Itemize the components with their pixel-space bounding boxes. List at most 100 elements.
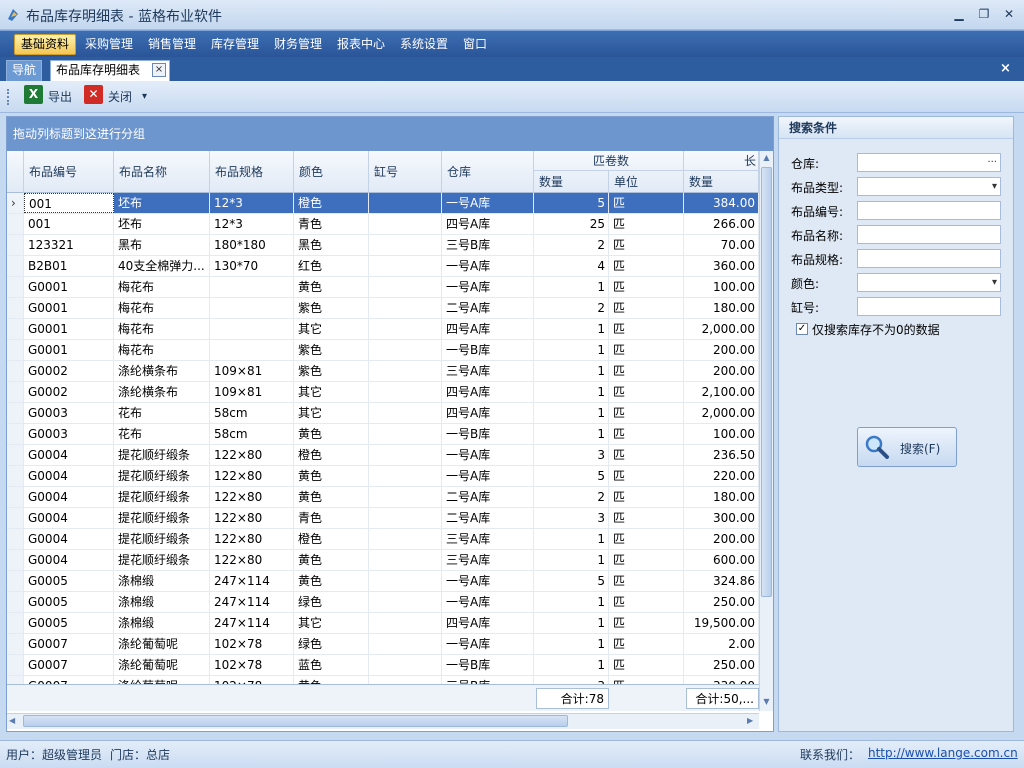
- cell-name[interactable]: 花布: [114, 403, 210, 423]
- col-header-spec[interactable]: 布品规格: [210, 151, 294, 193]
- cell-code[interactable]: 001: [24, 193, 114, 213]
- cell-length-qty[interactable]: 384.00: [684, 193, 759, 213]
- cell-warehouse[interactable]: 三号A库: [442, 361, 534, 381]
- cell-color[interactable]: 橙色: [294, 529, 369, 549]
- cell-spec[interactable]: 180*180: [210, 235, 294, 255]
- group-by-panel[interactable]: 拖动列标题到这进行分组: [7, 117, 773, 151]
- row-indicator[interactable]: [7, 634, 24, 654]
- cell-warehouse[interactable]: 二号A库: [442, 298, 534, 318]
- cell-bolt-unit[interactable]: 匹: [609, 319, 684, 339]
- cell-bolt-qty[interactable]: 3: [534, 445, 609, 465]
- cell-vat[interactable]: [369, 319, 442, 339]
- col-header-color[interactable]: 颜色: [294, 151, 369, 193]
- cell-code[interactable]: 123321: [24, 235, 114, 255]
- cell-bolt-unit[interactable]: 匹: [609, 445, 684, 465]
- menu-sales[interactable]: 销售管理: [142, 34, 202, 55]
- cell-color[interactable]: 黄色: [294, 487, 369, 507]
- table-row[interactable]: G0004 提花顺纡缎条 122×80 黄色 三号A库 1 匹 600.00: [7, 550, 759, 571]
- table-row[interactable]: G0007 涤纶葡萄呢 102×78 蓝色 一号B库 1 匹 250.00: [7, 655, 759, 676]
- cell-color[interactable]: 紫色: [294, 361, 369, 381]
- cell-color[interactable]: 橙色: [294, 445, 369, 465]
- cell-vat[interactable]: [369, 550, 442, 570]
- table-row[interactable]: G0002 涤纶横条布 109×81 其它 四号A库 1 匹 2,100.00: [7, 382, 759, 403]
- table-row[interactable]: B2B01 40支全棉弹力... 130*70 红色 一号A库 4 匹 360.00: [7, 256, 759, 277]
- row-indicator[interactable]: [7, 277, 24, 297]
- vertical-scrollbar[interactable]: ▲ ▼: [759, 151, 773, 711]
- search-button[interactable]: 搜索(F): [857, 427, 957, 467]
- cell-code[interactable]: G0004: [24, 466, 114, 486]
- scroll-up-icon[interactable]: ▲: [761, 153, 772, 163]
- table-row[interactable]: G0004 提花顺纡缎条 122×80 橙色 三号A库 1 匹 200.00: [7, 529, 759, 550]
- row-indicator[interactable]: [7, 655, 24, 675]
- cell-length-qty[interactable]: 2.00: [684, 634, 759, 654]
- cell-spec[interactable]: 12*3: [210, 214, 294, 234]
- cell-length-qty[interactable]: 324.86: [684, 571, 759, 591]
- cell-code[interactable]: G0002: [24, 382, 114, 402]
- table-row[interactable]: G0007 涤纶葡萄呢 102×78 绿色 一号A库 1 匹 2.00: [7, 634, 759, 655]
- row-indicator[interactable]: [7, 550, 24, 570]
- row-indicator[interactable]: [7, 466, 24, 486]
- cell-bolt-unit[interactable]: 匹: [609, 298, 684, 318]
- cell-name[interactable]: 坯布: [114, 214, 210, 234]
- cell-name[interactable]: 梅花布: [114, 298, 210, 318]
- table-row[interactable]: G0004 提花顺纡缎条 122×80 黄色 二号A库 2 匹 180.00: [7, 487, 759, 508]
- close-window-button[interactable]: ✕: [1000, 6, 1018, 22]
- cell-warehouse[interactable]: 一号B库: [442, 424, 534, 444]
- cell-color[interactable]: 其它: [294, 319, 369, 339]
- cell-vat[interactable]: [369, 382, 442, 402]
- cell-bolt-qty[interactable]: 2: [534, 487, 609, 507]
- cell-bolt-unit[interactable]: 匹: [609, 487, 684, 507]
- cell-bolt-qty[interactable]: 1: [534, 550, 609, 570]
- tab-navigation[interactable]: 导航: [6, 60, 43, 81]
- search-input[interactable]: ▾: [857, 177, 1001, 196]
- cell-code[interactable]: G0001: [24, 319, 114, 339]
- cell-name[interactable]: 提花顺纡缎条: [114, 487, 210, 507]
- cell-length-qty[interactable]: 2,000.00: [684, 403, 759, 423]
- cell-bolt-unit[interactable]: 匹: [609, 193, 684, 213]
- cell-length-qty[interactable]: 180.00: [684, 487, 759, 507]
- cell-bolt-unit[interactable]: 匹: [609, 529, 684, 549]
- cell-spec[interactable]: [210, 340, 294, 360]
- search-input[interactable]: ···: [857, 153, 1001, 172]
- row-indicator[interactable]: [7, 382, 24, 402]
- cell-color[interactable]: 蓝色: [294, 655, 369, 675]
- cell-length-qty[interactable]: 100.00: [684, 424, 759, 444]
- cell-bolt-unit[interactable]: 匹: [609, 424, 684, 444]
- cell-vat[interactable]: [369, 298, 442, 318]
- cell-vat[interactable]: [369, 529, 442, 549]
- col-header-length-qty[interactable]: 数量: [684, 171, 759, 193]
- row-indicator[interactable]: [7, 361, 24, 381]
- cell-warehouse[interactable]: 四号A库: [442, 403, 534, 423]
- cell-bolt-qty[interactable]: 25: [534, 214, 609, 234]
- cell-warehouse[interactable]: 一号B库: [442, 340, 534, 360]
- row-indicator[interactable]: [7, 298, 24, 318]
- menu-reports[interactable]: 报表中心: [331, 34, 391, 55]
- cell-bolt-unit[interactable]: 匹: [609, 277, 684, 297]
- minimize-button[interactable]: ▁: [950, 6, 968, 22]
- cell-color[interactable]: 其它: [294, 403, 369, 423]
- row-indicator[interactable]: [7, 571, 24, 591]
- menu-finance[interactable]: 财务管理: [268, 34, 328, 55]
- cell-vat[interactable]: [369, 193, 442, 213]
- cell-name[interactable]: 花布: [114, 424, 210, 444]
- cell-warehouse[interactable]: 二号A库: [442, 487, 534, 507]
- cell-bolt-unit[interactable]: 匹: [609, 550, 684, 570]
- cell-spec[interactable]: 122×80: [210, 445, 294, 465]
- cell-vat[interactable]: [369, 424, 442, 444]
- row-indicator[interactable]: [7, 676, 24, 684]
- cell-name[interactable]: 涤棉缎: [114, 592, 210, 612]
- cell-warehouse[interactable]: 一号A库: [442, 277, 534, 297]
- cell-code[interactable]: G0005: [24, 571, 114, 591]
- horizontal-scrollbar[interactable]: ◀ ▶: [7, 713, 759, 729]
- col-header-bolt-unit[interactable]: 单位: [609, 171, 684, 193]
- cell-warehouse[interactable]: 一号A库: [442, 571, 534, 591]
- cell-color[interactable]: 绿色: [294, 592, 369, 612]
- contact-link[interactable]: http://www.lange.com.cn: [868, 746, 1018, 760]
- cell-bolt-unit[interactable]: 匹: [609, 466, 684, 486]
- cell-code[interactable]: G0004: [24, 529, 114, 549]
- table-row[interactable]: G0001 梅花布 黄色 一号A库 1 匹 100.00: [7, 277, 759, 298]
- cell-color[interactable]: 黄色: [294, 550, 369, 570]
- table-row[interactable]: G0003 花布 58cm 黄色 一号B库 1 匹 100.00: [7, 424, 759, 445]
- row-indicator[interactable]: [7, 403, 24, 423]
- cell-name[interactable]: 涤纶横条布: [114, 382, 210, 402]
